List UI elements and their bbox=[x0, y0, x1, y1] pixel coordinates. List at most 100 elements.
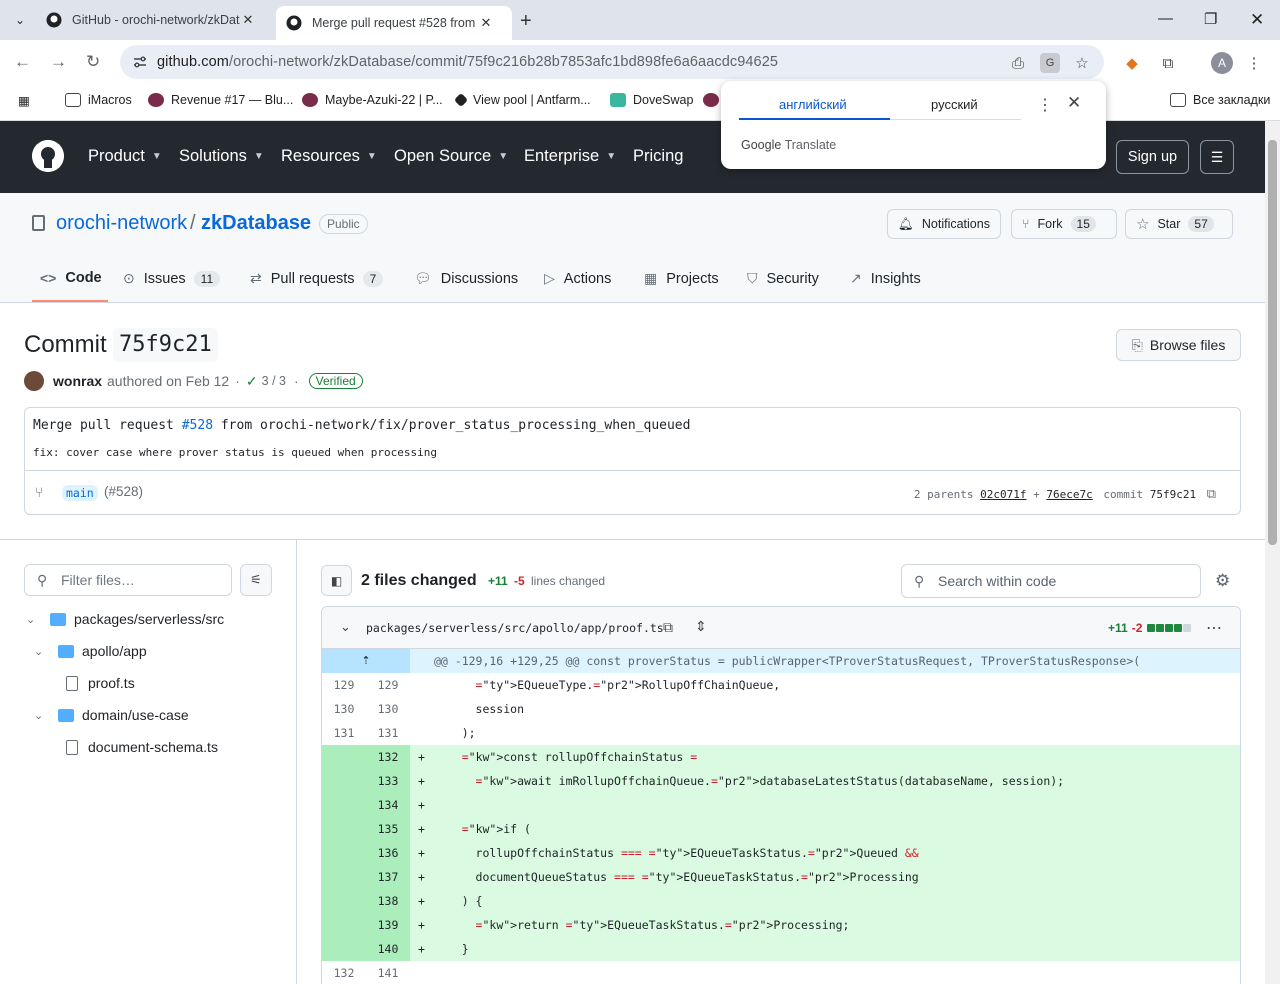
bookmark-antfarm[interactable]: View pool | Antfarm... bbox=[453, 92, 591, 108]
more-menu-icon[interactable]: ⋮ bbox=[1244, 53, 1264, 73]
repo-owner-link[interactable]: orochi-network bbox=[56, 212, 187, 235]
close-tab-icon[interactable]: ✕ bbox=[240, 12, 256, 28]
old-line-number[interactable] bbox=[322, 937, 366, 961]
diff-file-path[interactable]: packages/serverless/src/apollo/app/proof… bbox=[366, 621, 664, 635]
browse-files-button[interactable]: ⎘ Browse files bbox=[1116, 329, 1241, 361]
tab-discussions[interactable]: 💬︎ Discussions bbox=[414, 270, 518, 287]
new-line-number[interactable]: 136 bbox=[366, 841, 410, 865]
new-line-number[interactable]: 140 bbox=[366, 937, 410, 961]
menu-solutions[interactable]: Solutions ▼ bbox=[179, 147, 264, 166]
forward-icon[interactable]: → bbox=[50, 52, 67, 72]
sign-up-button[interactable]: Sign up bbox=[1116, 140, 1189, 174]
bookmark-revenue[interactable]: Revenue #17 — Blu... bbox=[148, 93, 293, 107]
tab-insights[interactable]: ↗ Insights bbox=[850, 270, 921, 287]
old-line-number[interactable] bbox=[322, 745, 366, 769]
tab-projects[interactable]: ▦ Projects bbox=[644, 270, 719, 287]
tree-folder[interactable]: ⌄ apollo/app bbox=[34, 643, 147, 659]
new-line-number[interactable]: 132 bbox=[366, 745, 410, 769]
new-line-number[interactable]: 138 bbox=[366, 889, 410, 913]
close-translate-icon[interactable]: ✕ bbox=[1067, 93, 1081, 113]
pr-reference[interactable]: (#528) bbox=[104, 484, 143, 499]
new-line-number[interactable]: 131 bbox=[366, 721, 410, 745]
translate-icon[interactable]: G bbox=[1040, 53, 1060, 73]
new-line-number[interactable]: 139 bbox=[366, 913, 410, 937]
bookmark-imacros[interactable]: iMacros bbox=[65, 93, 132, 107]
address-bar[interactable]: github.com/orochi-network/zkDatabase/com… bbox=[120, 45, 1104, 79]
fork-button[interactable]: ⑂ Fork 15 bbox=[1011, 209, 1117, 239]
tree-folder[interactable]: ⌄ packages/serverless/src bbox=[26, 611, 224, 627]
old-line-number[interactable]: 131 bbox=[322, 721, 366, 745]
metamask-icon[interactable]: ◆ bbox=[1122, 53, 1142, 73]
new-line-number[interactable]: 141 bbox=[366, 961, 410, 984]
bookmark-doveswap[interactable]: DoveSwap bbox=[610, 93, 693, 107]
extensions-icon[interactable]: ⧉ bbox=[1158, 53, 1178, 73]
expand-all-icon[interactable]: ⇕ bbox=[695, 618, 707, 635]
source-language-tab[interactable]: английский bbox=[779, 97, 847, 112]
gear-icon[interactable]: ⚙ bbox=[1215, 571, 1230, 591]
github-logo-icon[interactable] bbox=[32, 140, 64, 172]
scrollbar-thumb[interactable] bbox=[1268, 140, 1277, 545]
menu-pricing[interactable]: Pricing bbox=[633, 147, 683, 166]
bookmark-star-icon[interactable]: ☆ bbox=[1072, 53, 1092, 73]
notifications-button[interactable]: 🔔︎ Notifications bbox=[887, 209, 1001, 239]
collapse-chevron-icon[interactable]: ⌄ bbox=[340, 619, 351, 635]
author-link[interactable]: wonrax bbox=[53, 373, 102, 389]
install-app-icon[interactable]: ⎙ bbox=[1008, 53, 1028, 73]
old-line-number[interactable] bbox=[322, 889, 366, 913]
target-language-tab[interactable]: русский bbox=[931, 97, 978, 112]
close-window-icon[interactable]: ✕ bbox=[1250, 10, 1264, 30]
tab-commit[interactable]: Merge pull request #528 from orochi-netw… bbox=[276, 6, 512, 40]
new-line-number[interactable]: 129 bbox=[366, 673, 410, 697]
checks-status[interactable]: 3 / 3 bbox=[262, 374, 286, 388]
tab-pull-requests[interactable]: ⇄ Pull requests 7 bbox=[250, 270, 384, 287]
menu-product[interactable]: Product ▼ bbox=[88, 147, 162, 166]
old-line-number[interactable] bbox=[322, 841, 366, 865]
profile-avatar[interactable]: A bbox=[1211, 52, 1233, 74]
bookmark-azuki[interactable]: Maybe-Azuki-22 | P... bbox=[302, 93, 443, 107]
parent-link[interactable]: 02c071f bbox=[980, 488, 1026, 501]
pr-link[interactable]: #528 bbox=[182, 418, 213, 433]
restore-icon[interactable]: ❐ bbox=[1204, 10, 1217, 28]
site-info-icon[interactable] bbox=[132, 54, 148, 70]
copy-icon[interactable]: ⧉ bbox=[663, 619, 673, 636]
close-tab-icon[interactable]: ✕ bbox=[478, 15, 494, 31]
menu-resources[interactable]: Resources ▼ bbox=[281, 147, 377, 166]
old-line-number[interactable]: 130 bbox=[322, 697, 366, 721]
tab-security[interactable]: ⛉ Security bbox=[747, 270, 819, 287]
old-line-number[interactable] bbox=[322, 817, 366, 841]
tab-github-repo[interactable]: GitHub - orochi-network/zkDatabase: Z ✕ bbox=[46, 0, 256, 40]
new-line-number[interactable]: 134 bbox=[366, 793, 410, 817]
star-button[interactable]: ☆ Star 57 bbox=[1125, 209, 1233, 239]
menu-open-source[interactable]: Open Source ▼ bbox=[394, 147, 508, 166]
old-line-number[interactable] bbox=[322, 865, 366, 889]
reload-icon[interactable]: ↻ bbox=[86, 52, 100, 72]
filter-files-input[interactable]: ⚲ Filter files… bbox=[24, 564, 232, 596]
tab-search-button[interactable]: ⌄ bbox=[8, 8, 32, 32]
search-code-input[interactable]: ⚲ Search within code bbox=[901, 564, 1201, 598]
old-line-number[interactable]: 132 bbox=[322, 961, 366, 984]
menu-toggle-icon[interactable]: ☰ bbox=[1200, 140, 1234, 174]
tab-issues[interactable]: ⊙ Issues 11 bbox=[123, 270, 221, 287]
new-line-number[interactable]: 133 bbox=[366, 769, 410, 793]
old-line-number[interactable] bbox=[322, 769, 366, 793]
new-line-number[interactable]: 135 bbox=[366, 817, 410, 841]
tree-file[interactable]: proof.ts bbox=[66, 675, 135, 691]
toggle-file-tree-button[interactable]: ◧ bbox=[321, 565, 352, 596]
tree-file[interactable]: document-schema.ts bbox=[66, 739, 218, 755]
expand-up-icon[interactable]: ⇡ bbox=[322, 649, 410, 673]
tab-code[interactable]: <> Code bbox=[40, 270, 102, 286]
menu-enterprise[interactable]: Enterprise ▼ bbox=[524, 147, 616, 166]
verified-badge[interactable]: Verified bbox=[308, 373, 363, 389]
branch-badge[interactable]: main bbox=[62, 485, 98, 501]
new-line-number[interactable]: 130 bbox=[366, 697, 410, 721]
translate-options-icon[interactable]: ⋮ bbox=[1037, 95, 1053, 115]
old-line-number[interactable] bbox=[322, 793, 366, 817]
back-icon[interactable]: ← bbox=[14, 52, 31, 72]
tree-folder[interactable]: ⌄ domain/use-case bbox=[34, 707, 189, 723]
old-line-number[interactable] bbox=[322, 913, 366, 937]
new-line-number[interactable]: 137 bbox=[366, 865, 410, 889]
avatar[interactable] bbox=[24, 371, 44, 391]
filter-options-button[interactable]: ⚟ bbox=[240, 564, 272, 596]
copy-icon[interactable]: ⧉ bbox=[1207, 487, 1216, 502]
parent-link[interactable]: 76ece7c bbox=[1046, 488, 1092, 501]
